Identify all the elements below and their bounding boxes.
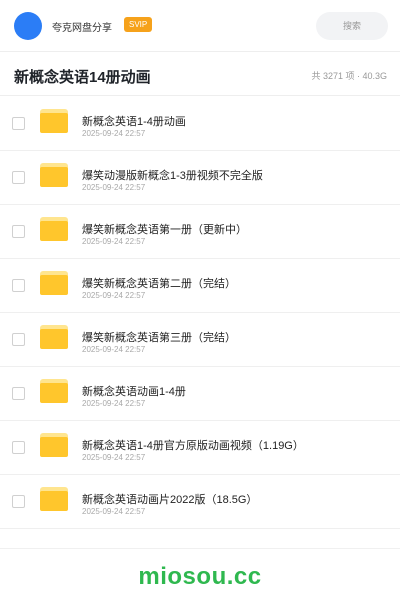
file-date: 2025-09-24 22:57 <box>82 237 146 246</box>
select-checkbox[interactable] <box>12 171 25 184</box>
select-checkbox[interactable] <box>12 333 25 346</box>
select-checkbox[interactable] <box>12 387 25 400</box>
select-checkbox[interactable] <box>12 279 25 292</box>
folder-icon <box>40 217 68 241</box>
select-checkbox[interactable] <box>12 495 25 508</box>
search-input[interactable]: 搜索 <box>316 12 388 40</box>
folder-icon <box>40 163 68 187</box>
list-item[interactable]: 新概念英语动画片2022版（18.5G） 2025-09-24 22:57 <box>0 475 400 529</box>
avatar[interactable] <box>14 12 42 40</box>
folder-icon <box>40 433 68 457</box>
list-item[interactable]: 新概念英语1-4册官方原版动画视频（1.19G） 2025-09-24 22:5… <box>0 421 400 475</box>
folder-icon <box>40 109 68 133</box>
top-bar: 夸克网盘分享 SVIP 搜索 <box>0 0 400 52</box>
file-list: 新概念英语1-4册动画 2025-09-24 22:57 爆笑动漫版新概念1-3… <box>0 97 400 529</box>
folder-icon <box>40 325 68 349</box>
list-item[interactable]: 新概念英语动画1-4册 2025-09-24 22:57 <box>0 367 400 421</box>
file-date: 2025-09-24 22:57 <box>82 453 146 462</box>
footer-divider <box>0 548 400 549</box>
watermark: miosou.cc <box>138 563 262 590</box>
folder-icon <box>40 487 68 511</box>
file-name: 新概念英语1-4册动画 <box>82 116 186 128</box>
list-item[interactable]: 新概念英语1-4册动画 2025-09-24 22:57 <box>0 97 400 151</box>
page-title: 新概念英语14册动画 <box>14 69 151 86</box>
list-item[interactable]: 爆笑新概念英语第一册（更新中） 2025-09-24 22:57 <box>0 205 400 259</box>
share-title: 夸克网盘分享 <box>52 23 112 34</box>
folder-icon <box>40 271 68 295</box>
folder-icon <box>40 379 68 403</box>
file-name: 新概念英语动画片2022版（18.5G） <box>82 494 258 506</box>
file-date: 2025-09-24 22:57 <box>82 291 146 300</box>
file-date: 2025-09-24 22:57 <box>82 507 146 516</box>
svip-badge: SVIP <box>124 17 153 32</box>
folder-header: 新概念英语14册动画 共 3271 项 · 40.3G <box>0 52 400 96</box>
file-date: 2025-09-24 22:57 <box>82 183 146 192</box>
file-date: 2025-09-24 22:57 <box>82 345 146 354</box>
list-item[interactable]: 爆笑新概念英语第二册（完结） 2025-09-24 22:57 <box>0 259 400 313</box>
file-name: 新概念英语动画1-4册 <box>82 386 186 398</box>
list-item[interactable]: 爆笑新概念英语第三册（完结） 2025-09-24 22:57 <box>0 313 400 367</box>
select-checkbox[interactable] <box>12 117 25 130</box>
file-name: 爆笑动漫版新概念1-3册视频不完全版 <box>82 170 263 182</box>
file-date: 2025-09-24 22:57 <box>82 399 146 408</box>
file-name: 新概念英语1-4册官方原版动画视频（1.19G） <box>82 440 304 452</box>
file-name: 爆笑新概念英语第二册（完结） <box>82 278 236 290</box>
file-name: 爆笑新概念英语第一册（更新中） <box>82 224 247 236</box>
file-date: 2025-09-24 22:57 <box>82 129 146 138</box>
select-checkbox[interactable] <box>12 441 25 454</box>
list-item[interactable]: 爆笑动漫版新概念1-3册视频不完全版 2025-09-24 22:57 <box>0 151 400 205</box>
folder-meta: 共 3271 项 · 40.3G <box>311 71 387 81</box>
file-name: 爆笑新概念英语第三册（完结） <box>82 332 236 344</box>
select-checkbox[interactable] <box>12 225 25 238</box>
